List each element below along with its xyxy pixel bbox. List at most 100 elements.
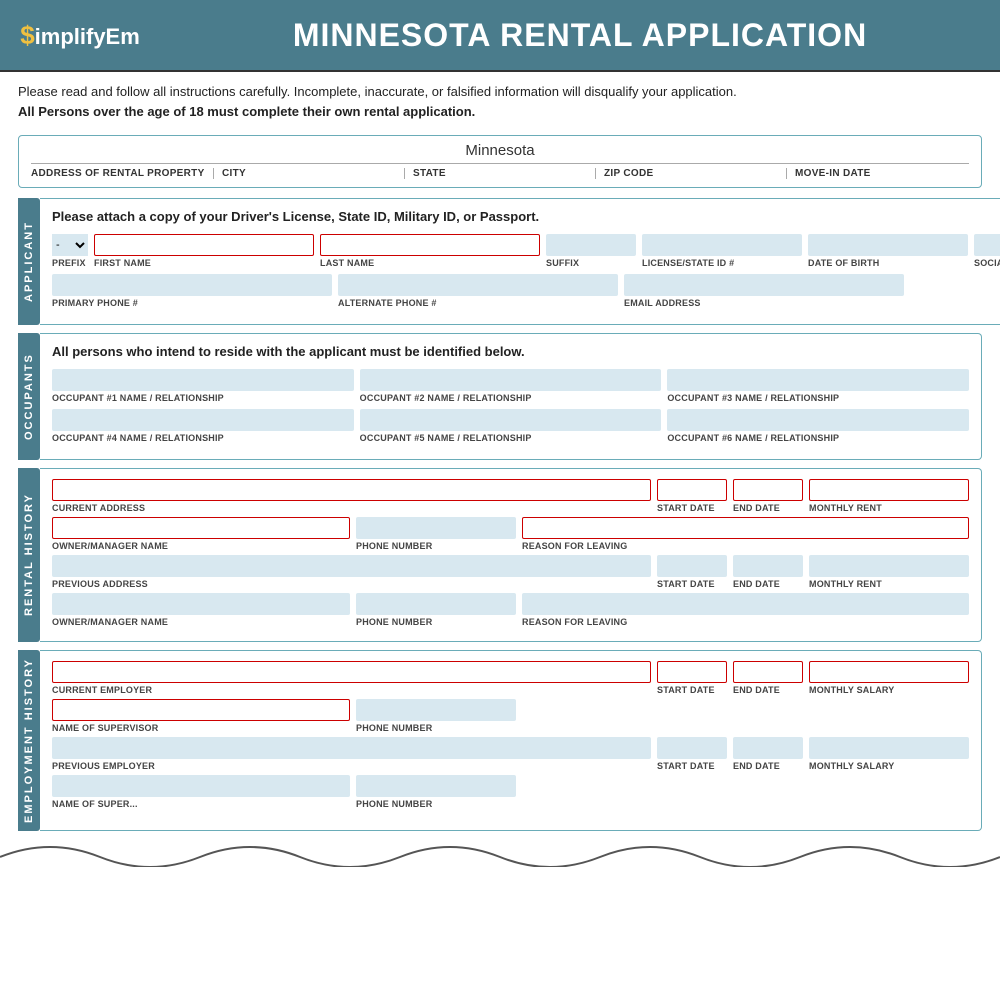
dob-group: DATE OF BIRTH xyxy=(808,234,968,268)
curr-emp-input[interactable] xyxy=(52,661,651,683)
suffix-group: SUFFIX xyxy=(546,234,636,268)
prev-emp-phone-input[interactable] xyxy=(356,775,516,797)
last-name-group: LAST NAME xyxy=(320,234,540,268)
emp-salary-input[interactable] xyxy=(809,661,969,683)
dob-input[interactable] xyxy=(808,234,968,256)
wavy-decoration xyxy=(0,837,1000,867)
occ2-input[interactable] xyxy=(360,369,662,391)
occ1-label: OCCUPANT #1 NAME / RELATIONSHIP xyxy=(52,393,354,403)
prev-super-input[interactable] xyxy=(52,775,350,797)
email-label: EMAIL ADDRESS xyxy=(624,298,904,308)
rh-row1: CURRENT ADDRESS START DATE END DATE MONT… xyxy=(52,479,969,513)
prev-salary-input[interactable] xyxy=(809,737,969,759)
applicant-side-label: APPLICANT xyxy=(18,198,40,325)
prev-emp-end-label: END DATE xyxy=(733,761,803,771)
occ5-input[interactable] xyxy=(360,409,662,431)
emp-phone-input[interactable] xyxy=(356,699,516,721)
license-group: LICENSE/STATE ID # xyxy=(642,234,802,268)
employment-content: CURRENT EMPLOYER START DATE END DATE MON… xyxy=(40,650,982,831)
first-name-input[interactable] xyxy=(94,234,314,256)
logo: $implifyEm xyxy=(20,20,140,51)
alt-phone-input[interactable] xyxy=(338,274,618,296)
emp-phone-label: PHONE NUMBER xyxy=(356,723,516,733)
rental-history-section: RENTAL HISTORY CURRENT ADDRESS START DAT… xyxy=(18,468,982,642)
occ4-input[interactable] xyxy=(52,409,354,431)
prev-end-input[interactable] xyxy=(733,555,803,577)
alt-phone-group: ALTERNATE PHONE # xyxy=(338,274,618,308)
prev-emp-label: PREVIOUS EMPLOYER xyxy=(52,761,651,771)
ssn-group: SOCIAL SECURITY # xyxy=(974,234,1000,268)
applicant-content: Please attach a copy of your Driver's Li… xyxy=(40,198,1000,325)
supervisor-label: NAME OF SUPERVISOR xyxy=(52,723,350,733)
occ6-input[interactable] xyxy=(667,409,969,431)
email-input[interactable] xyxy=(624,274,904,296)
suffix-input[interactable] xyxy=(546,234,636,256)
curr-phone-input[interactable] xyxy=(356,517,516,539)
occ-row2: OCCUPANT #4 NAME / RELATIONSHIP OCCUPANT… xyxy=(52,409,969,443)
emp-start-input[interactable] xyxy=(657,661,727,683)
intro-line2: All Persons over the age of 18 must comp… xyxy=(18,104,475,119)
ssn-label: SOCIAL SECURITY # xyxy=(974,258,1000,268)
supervisor-input[interactable] xyxy=(52,699,350,721)
prev-super-group: NAME OF SUPER... xyxy=(52,775,350,809)
occ2-label: OCCUPANT #2 NAME / RELATIONSHIP xyxy=(360,393,662,403)
curr-addr-input[interactable] xyxy=(52,479,651,501)
rental-content: CURRENT ADDRESS START DATE END DATE MONT… xyxy=(40,468,982,642)
emp-salary-label: MONTHLY SALARY xyxy=(809,685,969,695)
prev-phone-label: PHONE NUMBER xyxy=(356,617,516,627)
eh-row4: NAME OF SUPER... PHONE NUMBER xyxy=(52,775,969,809)
occ4-group: OCCUPANT #4 NAME / RELATIONSHIP xyxy=(52,409,354,443)
emp-start-label: START DATE xyxy=(657,685,727,695)
prev-owner-input[interactable] xyxy=(52,593,350,615)
curr-end-input[interactable] xyxy=(733,479,803,501)
license-label: LICENSE/STATE ID # xyxy=(642,258,802,268)
curr-start-label: START DATE xyxy=(657,503,727,513)
alt-phone-label: ALTERNATE PHONE # xyxy=(338,298,618,308)
occ3-input[interactable] xyxy=(667,369,969,391)
primary-phone-input[interactable] xyxy=(52,274,332,296)
curr-owner-input[interactable] xyxy=(52,517,350,539)
eh-row2: NAME OF SUPERVISOR PHONE NUMBER xyxy=(52,699,969,733)
zip-label: ZIP CODE xyxy=(604,168,787,179)
prev-addr-input[interactable] xyxy=(52,555,651,577)
rh-row2: OWNER/MANAGER NAME PHONE NUMBER REASON F… xyxy=(52,517,969,551)
prev-phone-input[interactable] xyxy=(356,593,516,615)
prev-rent-group: MONTHLY RENT xyxy=(809,555,969,589)
prefix-label: PREFIX xyxy=(52,258,88,268)
curr-owner-label: OWNER/MANAGER NAME xyxy=(52,541,350,551)
eh-row3: PREVIOUS EMPLOYER START DATE END DATE MO… xyxy=(52,737,969,771)
prev-emp-input[interactable] xyxy=(52,737,651,759)
prev-rent-label: MONTHLY RENT xyxy=(809,579,969,589)
applicant-row2: PRIMARY PHONE # ALTERNATE PHONE # EMAIL … xyxy=(52,274,1000,308)
occ1-input[interactable] xyxy=(52,369,354,391)
license-input[interactable] xyxy=(642,234,802,256)
prev-emp-end-input[interactable] xyxy=(733,737,803,759)
rh-row4: OWNER/MANAGER NAME PHONE NUMBER REASON F… xyxy=(52,593,969,627)
occ6-group: OCCUPANT #6 NAME / RELATIONSHIP xyxy=(667,409,969,443)
prefix-select[interactable]: - Mr. Ms. Mrs. Dr. xyxy=(52,234,88,256)
prev-reason-input[interactable] xyxy=(522,593,969,615)
last-name-input[interactable] xyxy=(320,234,540,256)
suffix-label: SUFFIX xyxy=(546,258,636,268)
emp-end-input[interactable] xyxy=(733,661,803,683)
prev-addr-group: PREVIOUS ADDRESS xyxy=(52,555,651,589)
curr-rent-input[interactable] xyxy=(809,479,969,501)
curr-phone-label: PHONE NUMBER xyxy=(356,541,516,551)
logo-area: $implifyEm xyxy=(0,0,160,70)
curr-reason-input[interactable] xyxy=(522,517,969,539)
primary-phone-label: PRIMARY PHONE # xyxy=(52,298,332,308)
emp-end-label: END DATE xyxy=(733,685,803,695)
intro-line1: Please read and follow all instructions … xyxy=(18,84,737,99)
prev-emp-start-input[interactable] xyxy=(657,737,727,759)
curr-owner-group: OWNER/MANAGER NAME xyxy=(52,517,350,551)
emp-phone-group: PHONE NUMBER xyxy=(356,699,516,733)
prev-emp-end-group: END DATE xyxy=(733,737,803,771)
curr-end-group: END DATE xyxy=(733,479,803,513)
state-value: Minnesota xyxy=(31,142,969,159)
ssn-input[interactable] xyxy=(974,234,1000,256)
prev-rent-input[interactable] xyxy=(809,555,969,577)
curr-start-input[interactable] xyxy=(657,479,727,501)
emp-salary-group: MONTHLY SALARY xyxy=(809,661,969,695)
prev-start-label: START DATE xyxy=(657,579,727,589)
prev-start-input[interactable] xyxy=(657,555,727,577)
